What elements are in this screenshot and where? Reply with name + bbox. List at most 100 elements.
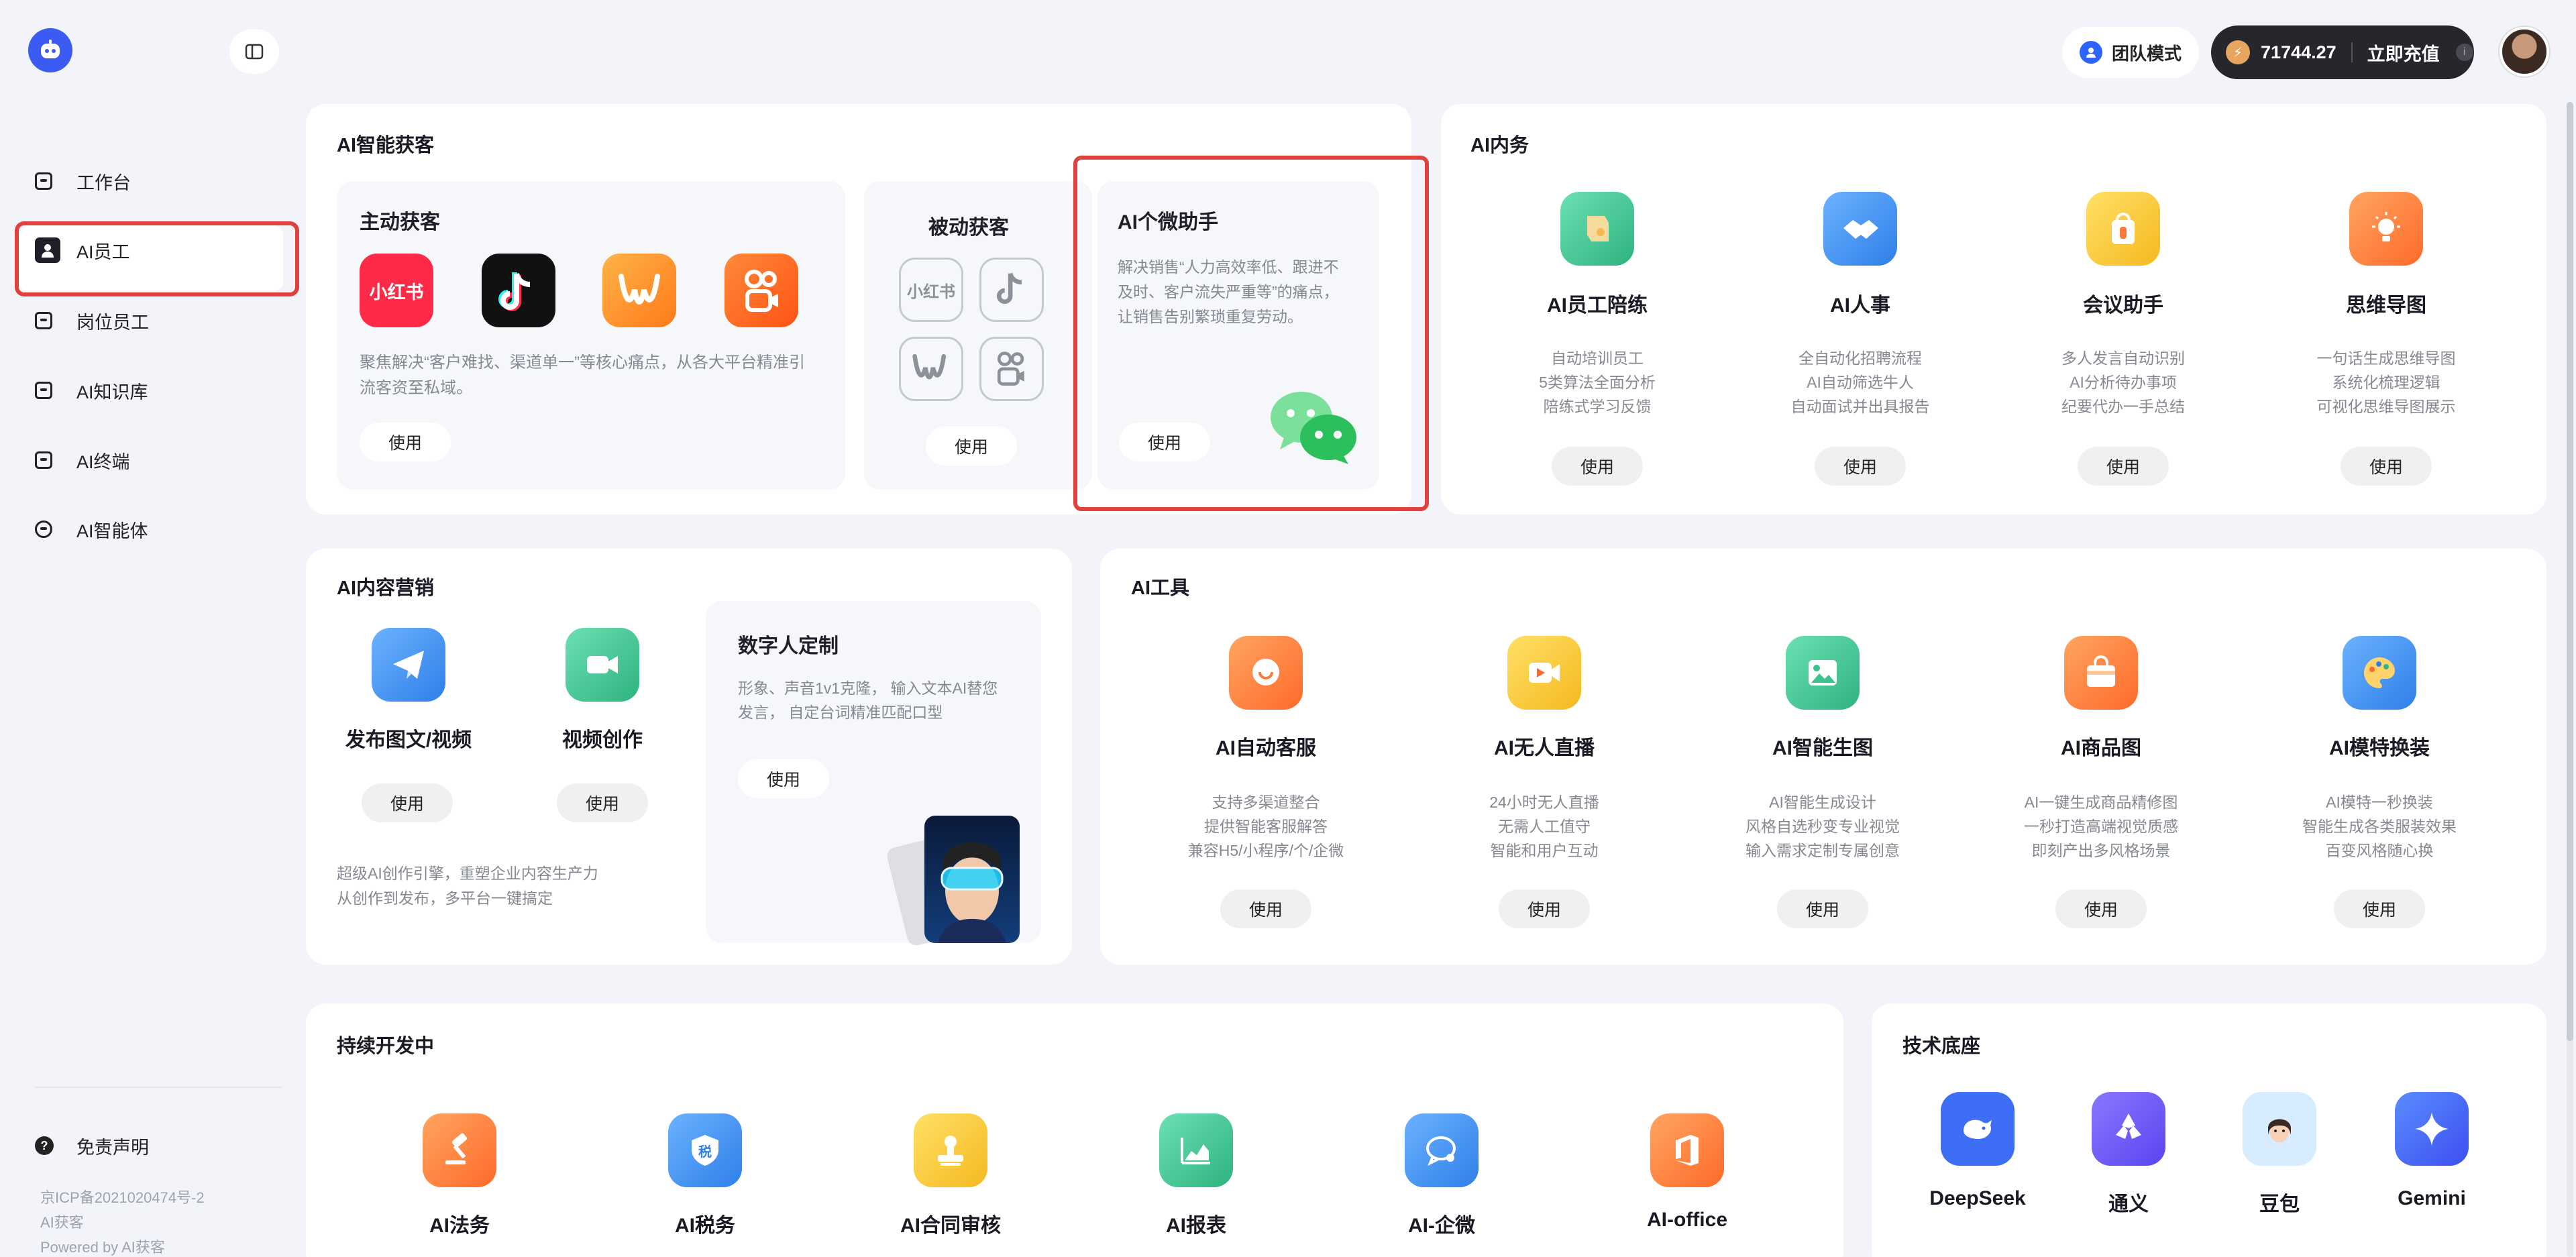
team-icon — [2079, 41, 2102, 64]
use-button[interactable]: 使用 — [1552, 447, 1643, 486]
chat-bubble-icon — [1405, 1113, 1479, 1187]
item-desc: AI智能生成设计 风格自选秒变专业视觉 输入需求定制专属创意 — [1746, 794, 1900, 859]
sidebar-item-label: AI智能体 — [76, 521, 148, 541]
tools-title: AI工具 — [1131, 578, 1190, 599]
item-name: 会议助手 — [2083, 294, 2163, 317]
wechat-assistant-use-button[interactable]: 使用 — [1119, 423, 1210, 461]
item-name: AI模特换装 — [2329, 737, 2430, 759]
scroll-icon — [1560, 192, 1634, 266]
question-icon: ? — [35, 1136, 54, 1155]
use-button[interactable]: 使用 — [2078, 447, 2169, 486]
agent-icon — [35, 521, 52, 538]
use-button[interactable]: 使用 — [1777, 889, 1868, 928]
svg-text:税: 税 — [698, 1144, 712, 1160]
lightbulb-icon — [2349, 192, 2423, 266]
sidebar-item-label: AI员工 — [76, 241, 130, 262]
sidebar-item-label: AI知识库 — [76, 382, 148, 402]
sidebar-item-workbench[interactable]: 工作台 — [35, 168, 131, 195]
item-desc: AI模特一秒换装 智能生成各类服装效果 百变风格随心换 — [2302, 794, 2457, 859]
recharge-button[interactable]: 立即充值 — [2367, 40, 2440, 66]
digital-human-use-button[interactable]: 使用 — [738, 759, 829, 798]
item-name: 发布图文/视频 — [345, 729, 472, 751]
use-button[interactable]: 使用 — [2055, 889, 2147, 928]
item-name: AI法务 — [429, 1215, 490, 1237]
terminal-icon — [35, 451, 52, 469]
info-icon[interactable]: i — [2455, 44, 2473, 61]
use-button[interactable]: 使用 — [1220, 889, 1311, 928]
item-desc: 全自动化招聘流程 AI自动筛选牛人 自动面试并出具报告 — [1790, 349, 1930, 415]
item-name: AI无人直播 — [1494, 737, 1595, 759]
video-camera-icon — [566, 628, 639, 702]
use-button[interactable]: 使用 — [557, 783, 648, 822]
sidebar-toggle-icon — [245, 44, 264, 60]
meeting-bag-icon — [2086, 192, 2160, 266]
balance-value: 71744.27 — [2261, 42, 2337, 62]
wechat-assistant-desc: 解决销售“人力高效率低、跟进不 及时、客户流失严重等”的痛点， 让销售告别繁琐重复劳… — [1118, 258, 1339, 325]
item-desc: 支持多渠道整合 提供智能客服解答 兼容H5/小程序/个/企微 — [1187, 794, 1344, 859]
douyin-outline-icon — [979, 258, 1044, 322]
page-scrollbar-thumb[interactable] — [2567, 102, 2573, 1041]
passive-acquire-use-button[interactable]: 使用 — [926, 427, 1017, 466]
disclaimer-link[interactable]: ? 免责声明 — [35, 1132, 149, 1159]
item-name: AI人事 — [1830, 294, 1890, 317]
use-button[interactable]: 使用 — [1499, 889, 1590, 928]
gavel-icon — [423, 1113, 496, 1187]
footer-brand: AI获客 — [40, 1214, 84, 1231]
user-avatar[interactable] — [2500, 27, 2549, 76]
handshake-icon — [1823, 192, 1897, 266]
knowledge-icon — [35, 382, 52, 399]
use-button[interactable]: 使用 — [362, 783, 453, 822]
wechat-assistant-title: AI个微助手 — [1118, 211, 1218, 233]
sidebar-item-post-staff[interactable]: 岗位员工 — [35, 307, 149, 334]
balance-pill[interactable]: ⚡ 71744.27 立即充值 i — [2211, 25, 2474, 79]
sidebar-item-label: 工作台 — [76, 172, 131, 193]
xiaohongshu-outline-icon: 小红书 — [899, 258, 963, 322]
item-name: AI自动客服 — [1216, 737, 1316, 759]
tax-shield-icon: 税 — [668, 1113, 742, 1187]
item-name: AI智能生图 — [1772, 737, 1873, 759]
item-desc: 自动培训员工 5类算法全面分析 陪练式学习反馈 — [1539, 349, 1656, 415]
item-name: AI商品图 — [2061, 737, 2141, 759]
item-name: AI合同审核 — [900, 1215, 1001, 1237]
office-icon — [1650, 1113, 1724, 1187]
live-video-icon — [1507, 636, 1581, 710]
item-name: AI税务 — [675, 1215, 735, 1237]
use-button[interactable]: 使用 — [2334, 889, 2425, 928]
digital-human-title: 数字人定制 — [738, 635, 839, 657]
xiaohongshu-logo: 小红书 — [360, 254, 433, 327]
item-name: Gemini — [2398, 1187, 2466, 1209]
digital-human-avatar — [924, 816, 1020, 943]
content-footer-desc: 超级AI创作引擎，重塑企业内容生产力 从创作到发布，多平台一键搞定 — [337, 865, 598, 907]
item-name: 视频创作 — [562, 729, 643, 751]
app-logo[interactable] — [28, 28, 72, 72]
sidebar-item-agent[interactable]: AI智能体 — [35, 516, 148, 543]
palette-icon — [2343, 636, 2416, 710]
use-button[interactable]: 使用 — [2341, 447, 2432, 486]
sidebar-item-ai-staff-row[interactable]: AI员工 — [35, 237, 130, 264]
shopping-bag-icon — [2064, 636, 2138, 710]
item-desc: 一句话生成思维导图 系统化梳理逻辑 可视化思维导图展示 — [2316, 349, 2456, 415]
disclaimer-label: 免责声明 — [76, 1137, 149, 1158]
sidebar-item-label: 岗位员工 — [76, 312, 149, 333]
collapse-sidebar-button[interactable] — [229, 30, 279, 74]
active-acquire-title: 主动获客 — [360, 211, 440, 233]
use-button[interactable]: 使用 — [1815, 447, 1906, 486]
whale-icon — [1941, 1092, 2015, 1166]
item-name: AI-企微 — [1408, 1215, 1475, 1237]
tiktok-note-icon — [498, 272, 531, 311]
tongyi-star-icon — [2092, 1092, 2165, 1166]
item-desc: 24小时无人直播 无需人工值守 智能和用户互动 — [1489, 794, 1599, 859]
active-acquire-use-button[interactable]: 使用 — [360, 423, 451, 461]
team-mode-button[interactable]: 团队模式 — [2062, 27, 2199, 78]
area-chart-icon — [1159, 1113, 1233, 1187]
w-outline-icon — [899, 337, 963, 401]
w-logo-icon — [619, 274, 660, 305]
sidebar-item-knowledge[interactable]: AI知识库 — [35, 377, 148, 404]
powered-by: Powered by AI获客 — [40, 1239, 165, 1256]
icp-number[interactable]: 京ICP备2021020474号-2 — [40, 1186, 205, 1207]
dev-title: 持续开发中 — [337, 1036, 435, 1057]
kuaishou-outline-icon — [979, 337, 1044, 401]
team-mode-label: 团队模式 — [2111, 43, 2182, 64]
sidebar-item-label: AI终端 — [76, 451, 130, 472]
sidebar-item-terminal[interactable]: AI终端 — [35, 447, 130, 474]
